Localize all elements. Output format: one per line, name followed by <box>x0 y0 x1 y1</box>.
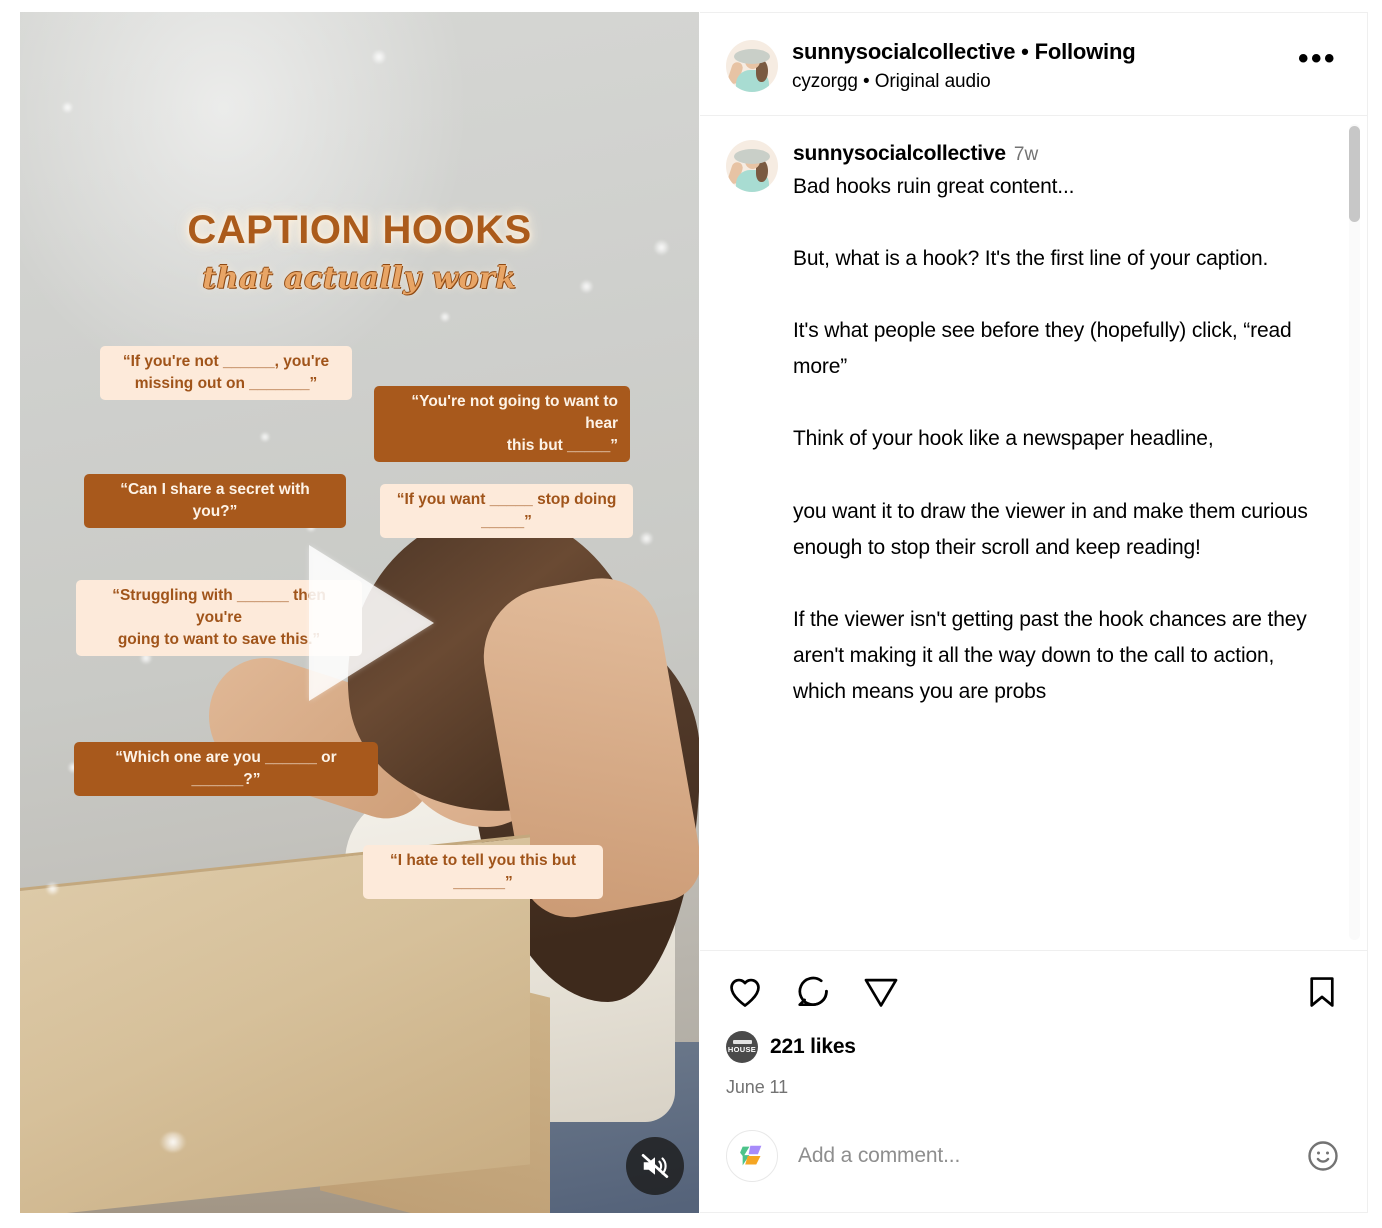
caption-hook-chip: “If you're not ______, you're missing ou… <box>100 346 352 400</box>
audio-attribution[interactable]: cyzorgg • Original audio <box>792 71 1276 93</box>
caption-block: sunnysocialcollective 7w Bad hooks ruin g… <box>726 140 1327 710</box>
caption-author-name[interactable]: sunnysocialcollective <box>793 142 1006 165</box>
bokeh-particle <box>160 1132 186 1152</box>
caption-scrollbar-track[interactable] <box>1349 124 1360 940</box>
bokeh-particle <box>654 240 669 255</box>
caption-text: Bad hooks ruin great content... But, wha… <box>793 174 1308 704</box>
app-logo-icon <box>740 1145 762 1166</box>
caption-hook-chip: “If you want _____ stop doing _____” <box>380 484 633 538</box>
caption-meta: sunnysocialcollective 7w <box>793 140 1327 168</box>
caption-hook-chip: “I hate to tell you this but ______” <box>363 845 603 899</box>
post-date: June 11 <box>726 1077 789 1097</box>
comment-bubble-icon <box>798 976 828 1007</box>
speaker-muted-icon <box>641 1154 669 1178</box>
caption-hook-chip: “You're not going to want to hear this b… <box>374 386 630 462</box>
likes-row[interactable]: HOUSE 221 likes <box>726 1031 1341 1063</box>
add-comment-bar <box>700 1106 1367 1212</box>
post-media[interactable]: CAPTION HOOKS that actually work “If you… <box>20 12 699 1213</box>
bokeh-particle <box>580 280 593 293</box>
author-username-link[interactable]: sunnysocialcollective <box>792 39 1015 64</box>
comment-button[interactable] <box>794 973 832 1011</box>
bokeh-particle <box>640 532 653 545</box>
bokeh-particle <box>260 432 270 442</box>
bokeh-particle <box>46 882 59 895</box>
caption-hook-chip: “Which one are you ______ or ______?” <box>74 742 378 796</box>
caption-scrollbar-thumb[interactable] <box>1349 126 1360 222</box>
save-button[interactable] <box>1303 973 1341 1011</box>
paper-plane-icon <box>864 978 898 1007</box>
liker-avatar: HOUSE <box>726 1031 758 1063</box>
comment-input[interactable] <box>798 1144 1285 1168</box>
author-avatar[interactable] <box>726 40 778 92</box>
bokeh-particle <box>62 102 73 113</box>
instagram-post-viewer: CAPTION HOOKS that actually work “If you… <box>0 0 1382 1228</box>
post-header: sunnysocialcollective • Following cyzorg… <box>700 13 1367 116</box>
post-header-title: sunnysocialcollective • Following <box>792 39 1276 65</box>
play-button[interactable] <box>309 545 434 701</box>
share-button[interactable] <box>862 973 900 1011</box>
caption-hook-chip: “Can I share a secret with you?” <box>84 474 346 528</box>
liker-avatar-label: HOUSE <box>727 1045 757 1054</box>
current-user-avatar[interactable] <box>726 1130 778 1182</box>
post-action-row <box>726 973 1341 1011</box>
bookmark-icon <box>1310 977 1334 1007</box>
like-button[interactable] <box>726 973 764 1011</box>
post-actions-area: HOUSE 221 likes June 11 <box>700 951 1367 1106</box>
heart-icon <box>730 978 760 1007</box>
bokeh-particle <box>372 50 386 64</box>
caption-body: sunnysocialcollective 7w Bad hooks ruin g… <box>793 140 1327 710</box>
post-details-panel: sunnysocialcollective • Following cyzorg… <box>700 12 1368 1213</box>
mute-toggle-button[interactable] <box>626 1137 684 1195</box>
caption-scroll-area[interactable]: sunnysocialcollective 7w Bad hooks ruin g… <box>700 116 1367 951</box>
bokeh-particle <box>440 312 450 322</box>
caption-timestamp: 7w <box>1013 144 1039 165</box>
smiley-face-icon <box>1308 1141 1338 1171</box>
post-header-text: sunnysocialcollective • Following cyzorg… <box>792 39 1276 93</box>
more-options-button[interactable]: ••• <box>1290 44 1345 82</box>
header-separator: • <box>1021 39 1029 64</box>
likes-count[interactable]: 221 likes <box>770 1035 856 1059</box>
follow-state-button[interactable]: Following <box>1035 39 1136 64</box>
emoji-picker-button[interactable] <box>1305 1138 1341 1174</box>
caption-author-avatar[interactable] <box>726 140 778 192</box>
